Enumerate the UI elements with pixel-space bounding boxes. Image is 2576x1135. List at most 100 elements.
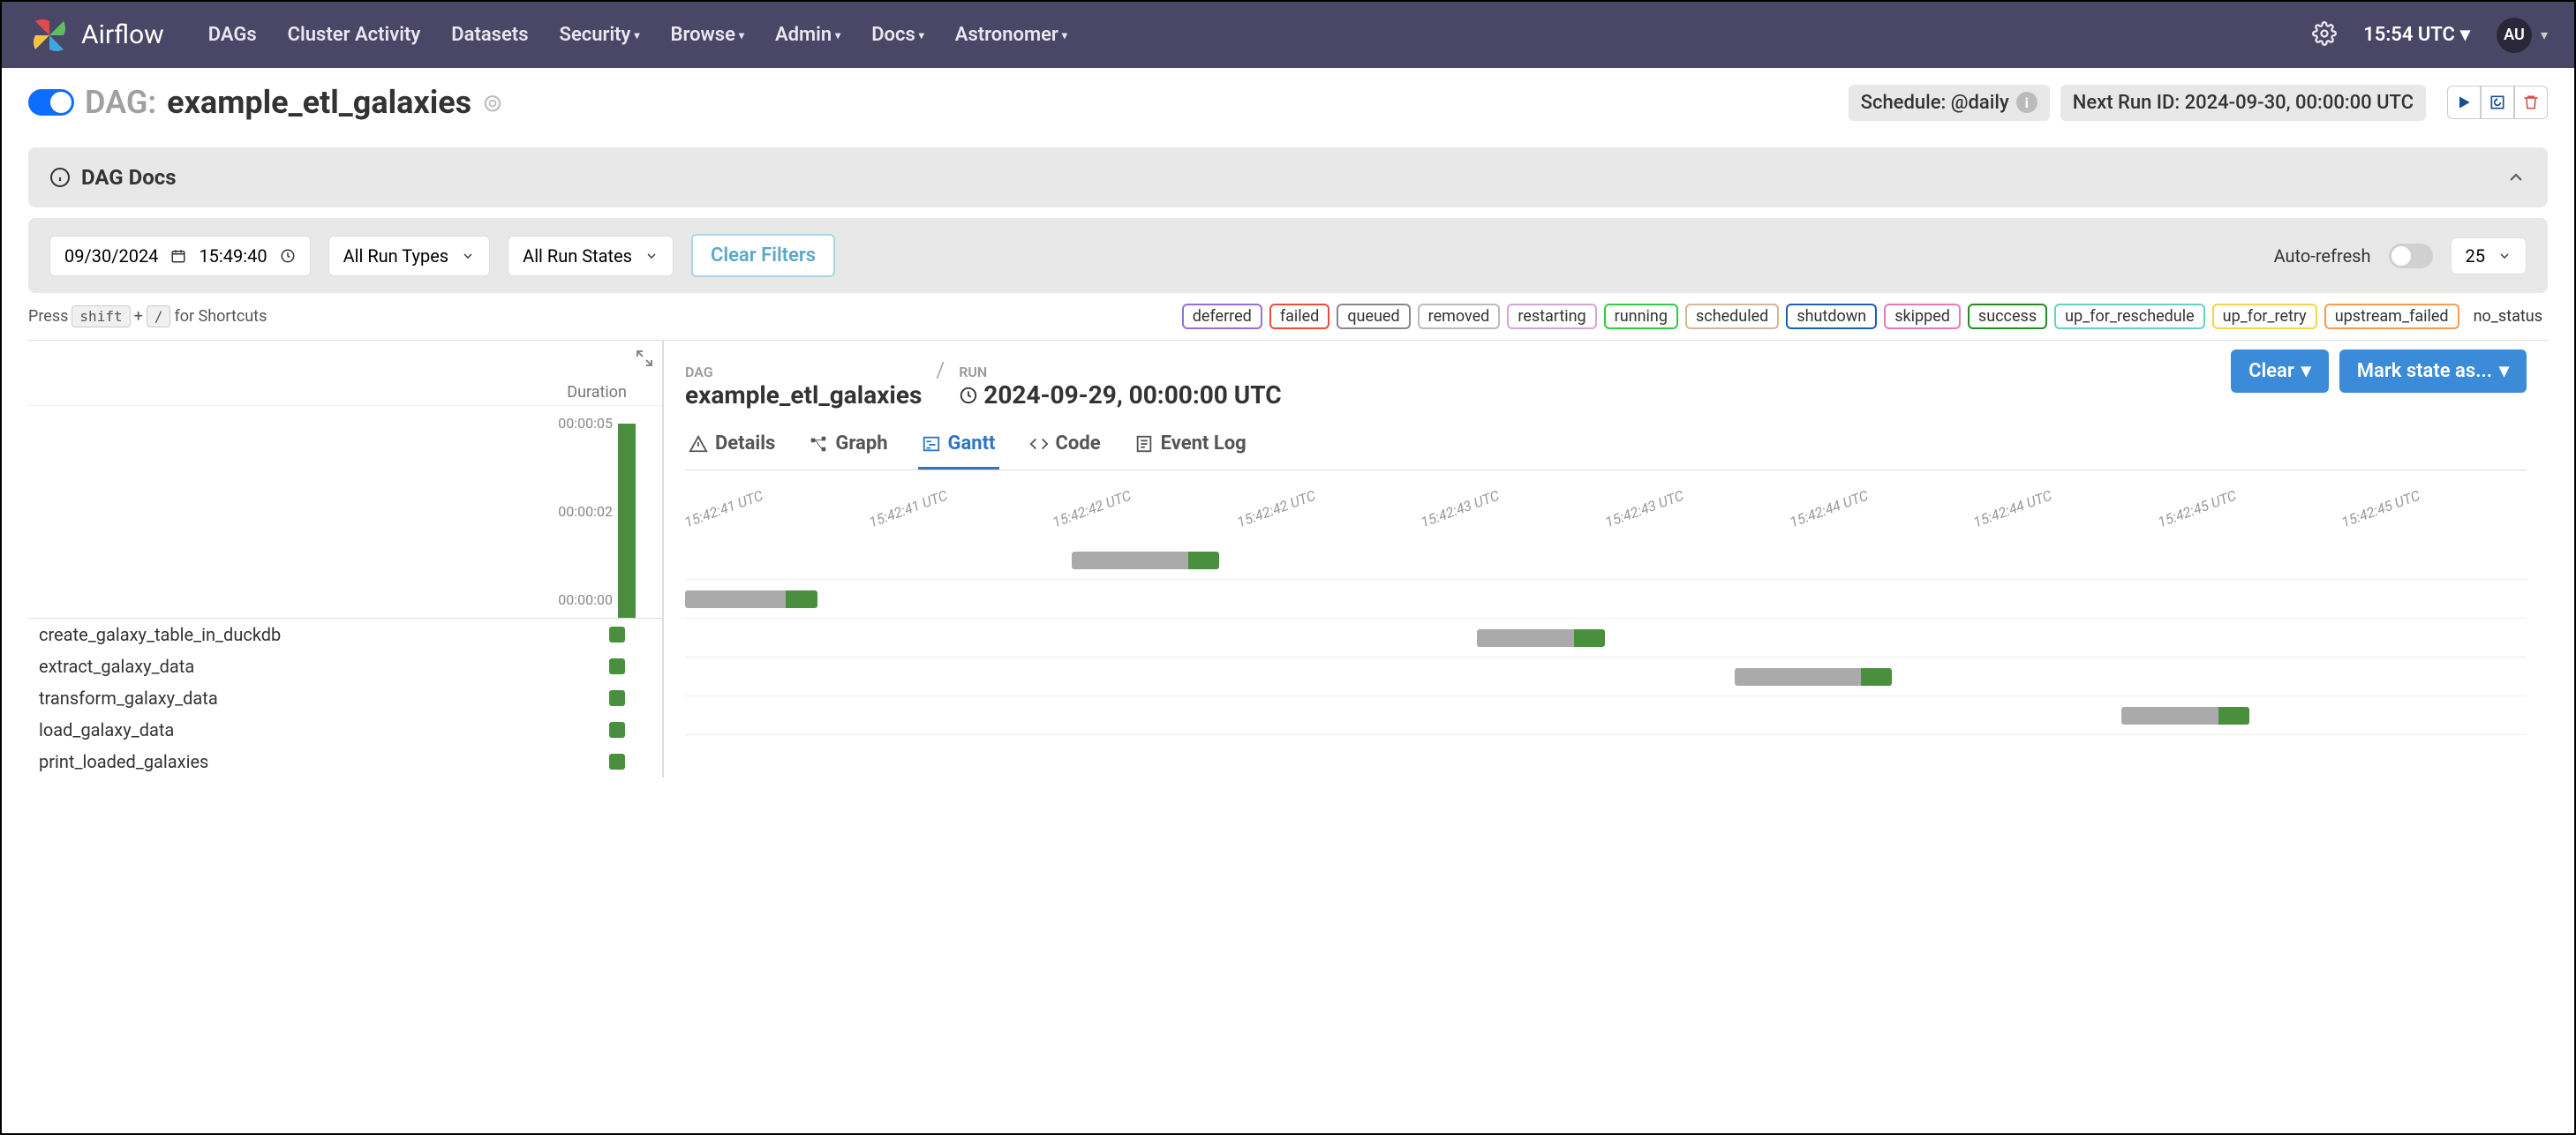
clock-icon bbox=[959, 386, 978, 405]
nav-right: 15:54 UTC▾ AU ▾ bbox=[2312, 18, 2548, 53]
page-size-select[interactable]: 25 bbox=[2451, 237, 2527, 274]
graph-icon bbox=[809, 434, 828, 454]
legend-failed[interactable]: failed bbox=[1269, 304, 1330, 329]
duration-label: Duration bbox=[28, 341, 662, 406]
dag-action-group bbox=[2447, 86, 2548, 119]
legend-scheduled[interactable]: scheduled bbox=[1685, 304, 1779, 329]
nav-docs[interactable]: Docs▾ bbox=[871, 24, 924, 46]
tabs: Details Graph Gantt Code Event Log bbox=[685, 420, 2527, 470]
gantt-ticks: 15:42:41 UTC15:42:41 UTC15:42:42 UTC15:4… bbox=[685, 515, 2527, 531]
task-row[interactable]: create_galaxy_table_in_duckdb bbox=[28, 619, 662, 650]
dag-name: example_etl_galaxies bbox=[167, 84, 471, 121]
gantt-bar[interactable] bbox=[1072, 552, 1219, 569]
tab-event-log[interactable]: Event Log bbox=[1131, 420, 1250, 470]
run-states-select[interactable]: All Run States bbox=[508, 236, 674, 276]
gantt-row bbox=[685, 658, 2527, 696]
shortcut-hint: Press shift + / for Shortcuts bbox=[28, 305, 267, 327]
gantt-icon bbox=[922, 434, 941, 454]
legend-shutdown[interactable]: shutdown bbox=[1786, 304, 1877, 329]
logo-text: Airflow bbox=[81, 19, 164, 50]
chevron-down-icon bbox=[461, 249, 475, 263]
airflow-logo[interactable]: Airflow bbox=[28, 14, 164, 56]
nav-items: DAGs Cluster Activity Datasets Security▾… bbox=[208, 24, 2312, 46]
legend-up_for_reschedule[interactable]: up_for_reschedule bbox=[2054, 304, 2205, 329]
nav-admin[interactable]: Admin▾ bbox=[775, 24, 840, 46]
dag-enable-toggle[interactable] bbox=[28, 89, 74, 116]
play-icon bbox=[2455, 94, 2473, 111]
tab-gantt[interactable]: Gantt bbox=[918, 420, 999, 470]
gantt-chart: 15:42:41 UTC15:42:41 UTC15:42:42 UTC15:4… bbox=[685, 541, 2527, 735]
nav-datasets[interactable]: Datasets bbox=[451, 24, 528, 46]
task-row[interactable]: load_galaxy_data bbox=[28, 714, 662, 746]
task-status-box[interactable] bbox=[609, 658, 625, 674]
breadcrumb-run[interactable]: 2024-09-29, 00:00:00 UTC bbox=[959, 380, 1281, 410]
code-icon bbox=[1029, 434, 1049, 454]
grid-left-panel: Duration 00:00:05 00:00:02 00:00:00 crea… bbox=[28, 341, 664, 778]
legend-up_for_retry[interactable]: up_for_retry bbox=[2212, 304, 2317, 329]
task-row[interactable]: print_loaded_galaxies bbox=[28, 746, 662, 778]
legend-skipped[interactable]: skipped bbox=[1884, 304, 1961, 329]
legend-queued[interactable]: queued bbox=[1337, 304, 1410, 329]
gantt-bar[interactable] bbox=[1477, 629, 1605, 647]
legend-restarting[interactable]: restarting bbox=[1507, 304, 1596, 329]
task-status-box[interactable] bbox=[609, 690, 625, 706]
delete-dag-button[interactable] bbox=[2514, 86, 2548, 119]
log-icon bbox=[1134, 434, 1154, 454]
chevron-down-icon bbox=[644, 249, 659, 263]
pinwheel-icon bbox=[28, 14, 71, 56]
task-row[interactable]: extract_galaxy_data bbox=[28, 650, 662, 682]
dag-header: DAG: example_etl_galaxies ⊚ Schedule: @d… bbox=[2, 68, 2574, 137]
breadcrumb-dag[interactable]: example_etl_galaxies bbox=[685, 380, 922, 410]
gantt-row bbox=[685, 580, 2527, 619]
nav-browse[interactable]: Browse▾ bbox=[671, 24, 744, 46]
task-status-box[interactable] bbox=[609, 754, 625, 770]
gantt-rows bbox=[685, 541, 2527, 735]
auto-refresh-label: Auto-refresh bbox=[2274, 245, 2371, 267]
chevron-up-icon bbox=[2505, 167, 2527, 188]
legend-success[interactable]: success bbox=[1968, 304, 2047, 329]
clear-button[interactable]: Clear▾ bbox=[2231, 350, 2329, 393]
controls-bar: 09/30/2024 15:49:40 All Run Types All Ru… bbox=[28, 218, 2548, 293]
dag-docs-toggle[interactable]: DAG Docs bbox=[28, 147, 2548, 207]
legend-deferred[interactable]: deferred bbox=[1182, 304, 1262, 329]
collapse-grid-button[interactable] bbox=[634, 348, 655, 372]
mark-state-button[interactable]: Mark state as...▾ bbox=[2339, 350, 2527, 393]
nav-astronomer[interactable]: Astronomer▾ bbox=[955, 24, 1067, 46]
grid-right-panel: DAG example_etl_galaxies / Run 2024-09-2… bbox=[664, 341, 2548, 778]
nav-dags[interactable]: DAGs bbox=[208, 24, 257, 46]
collapse-icon bbox=[634, 348, 655, 369]
date-input[interactable]: 09/30/2024 15:49:40 bbox=[49, 236, 311, 276]
task-status-box[interactable] bbox=[609, 627, 625, 643]
gantt-bar[interactable] bbox=[2121, 707, 2249, 725]
legend-upstream_failed[interactable]: upstream_failed bbox=[2324, 304, 2459, 329]
user-avatar: AU bbox=[2497, 18, 2532, 53]
tab-details[interactable]: Details bbox=[685, 420, 779, 470]
legend-running[interactable]: running bbox=[1604, 304, 1678, 329]
dag-prefix: DAG: bbox=[85, 84, 156, 121]
legend-bar: Press shift + / for Shortcuts deferred fa… bbox=[28, 304, 2548, 329]
task-status-box[interactable] bbox=[609, 722, 625, 738]
task-row[interactable]: transform_galaxy_data bbox=[28, 682, 662, 714]
nav-cluster-activity[interactable]: Cluster Activity bbox=[288, 24, 421, 46]
settings-button[interactable] bbox=[2312, 21, 2337, 49]
time-display[interactable]: 15:54 UTC▾ bbox=[2363, 24, 2470, 46]
auto-refresh-toggle[interactable] bbox=[2389, 244, 2433, 268]
info-circle-icon bbox=[49, 167, 71, 188]
clear-filters-button[interactable]: Clear Filters bbox=[691, 234, 835, 277]
run-types-select[interactable]: All Run Types bbox=[328, 236, 491, 276]
task-list: create_galaxy_table_in_duckdb extract_ga… bbox=[28, 618, 662, 778]
trash-icon bbox=[2522, 94, 2540, 111]
gantt-bar[interactable] bbox=[1735, 668, 1892, 686]
trigger-dag-button[interactable] bbox=[2447, 86, 2481, 119]
duration-bar[interactable] bbox=[618, 424, 636, 618]
dag-info-icon[interactable]: ⊚ bbox=[482, 88, 502, 117]
info-icon[interactable]: i bbox=[2016, 92, 2037, 113]
clock-icon bbox=[280, 248, 296, 264]
legend-no-status: no_status bbox=[2468, 305, 2548, 327]
refresh-dag-button[interactable] bbox=[2481, 86, 2514, 119]
legend-removed[interactable]: removed bbox=[1418, 304, 1501, 329]
calendar-icon bbox=[170, 248, 186, 264]
gantt-bar[interactable] bbox=[685, 590, 817, 608]
nav-security[interactable]: Security▾ bbox=[560, 24, 640, 46]
user-menu[interactable]: AU ▾ bbox=[2497, 18, 2548, 53]
